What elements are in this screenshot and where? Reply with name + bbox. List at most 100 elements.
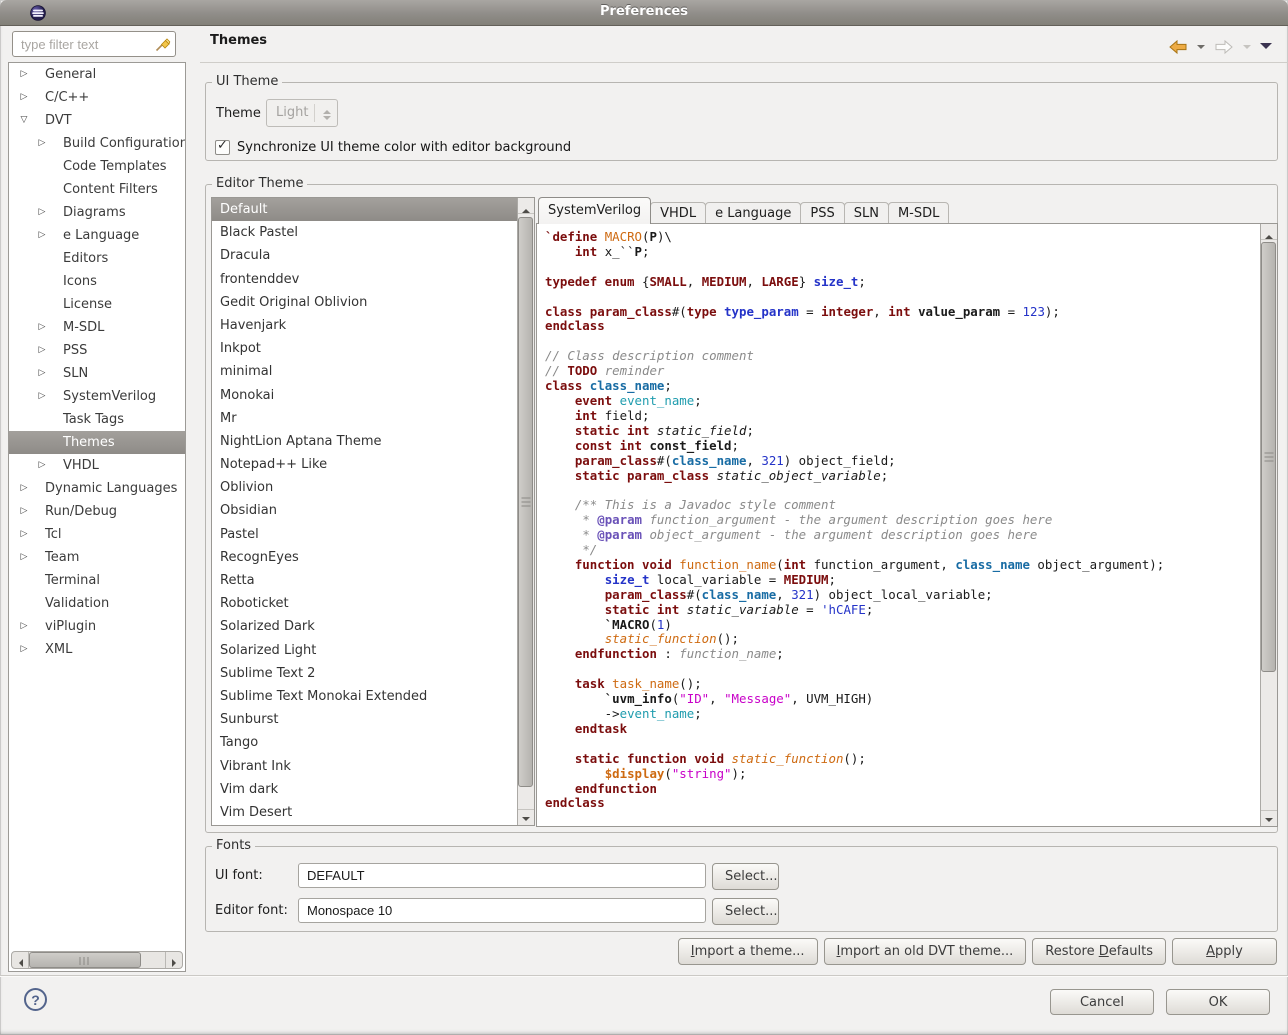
tree-item-sln[interactable]: ▷SLN <box>9 362 185 385</box>
tree-item-dynamic-languages[interactable]: ▷Dynamic Languages <box>9 477 185 500</box>
scroll-right-button[interactable] <box>165 952 182 968</box>
theme-list-item-gedit-original-oblivion[interactable]: Gedit Original Oblivion <box>212 291 517 314</box>
import-an-old-dvt-theme-button[interactable]: Import an old DVT theme... <box>824 938 1027 965</box>
theme-list-item-notepad-like[interactable]: Notepad++ Like <box>212 453 517 476</box>
tree-item-vhdl[interactable]: ▷VHDL <box>9 454 185 477</box>
scroll-left-button[interactable] <box>12 952 29 968</box>
theme-list-item-frontenddev[interactable]: frontenddev <box>212 268 517 291</box>
restore-defaults-button[interactable]: Restore Defaults <box>1032 938 1166 965</box>
tree-item-icons[interactable]: Icons <box>9 270 185 293</box>
theme-select[interactable]: Light <box>266 99 338 127</box>
ui-font-input[interactable] <box>298 863 706 888</box>
tree-item-viplugin[interactable]: ▷viPlugin <box>9 615 185 638</box>
theme-list-item-roboticket[interactable]: Roboticket <box>212 592 517 615</box>
expander-right-icon[interactable]: ▷ <box>35 339 49 362</box>
theme-list-item-vim-desert[interactable]: Vim Desert <box>212 801 517 824</box>
tree-item-m-sdl[interactable]: ▷M-SDL <box>9 316 185 339</box>
theme-list-item-solarized-light[interactable]: Solarized Light <box>212 639 517 662</box>
theme-list-item-sublime-text-2[interactable]: Sublime Text 2 <box>212 662 517 685</box>
tree-item-validation[interactable]: Validation <box>9 592 185 615</box>
clear-filter-broom-icon[interactable] <box>155 36 171 52</box>
tree-item-xml[interactable]: ▷XML <box>9 638 185 661</box>
tree-item-run-debug[interactable]: ▷Run/Debug <box>9 500 185 523</box>
theme-list-item-minimal[interactable]: minimal <box>212 360 517 383</box>
expander-right-icon[interactable]: ▷ <box>35 316 49 339</box>
ok-button[interactable]: OK <box>1166 989 1270 1015</box>
expander-right-icon[interactable]: ▷ <box>35 454 49 477</box>
tree-item-content-filters[interactable]: Content Filters <box>9 178 185 201</box>
theme-list-item-recogneyes[interactable]: RecognEyes <box>212 546 517 569</box>
filter-input[interactable] <box>12 31 176 57</box>
titlebar[interactable]: Preferences <box>0 0 1288 26</box>
theme-list-item-obsidian[interactable]: Obsidian <box>212 499 517 522</box>
scroll-up-button[interactable] <box>1261 224 1277 240</box>
back-arrow-icon[interactable] <box>1168 39 1188 55</box>
tab-sln[interactable]: SLN <box>844 202 889 224</box>
cancel-button[interactable]: Cancel <box>1050 989 1154 1015</box>
tree-item-systemverilog[interactable]: ▷SystemVerilog <box>9 385 185 408</box>
sync-theme-checkbox[interactable]: ✓ <box>215 140 230 155</box>
theme-list-item-mr[interactable]: Mr <box>212 407 517 430</box>
back-history-chevron-icon[interactable] <box>1197 45 1205 53</box>
scroll-thumb[interactable] <box>518 217 533 787</box>
apply-button[interactable]: Apply <box>1172 938 1277 965</box>
tree-item-general[interactable]: ▷General <box>9 63 185 86</box>
tab-pss[interactable]: PSS <box>800 202 844 224</box>
help-button[interactable]: ? <box>24 988 47 1011</box>
tab-vhdl[interactable]: VHDL <box>650 202 706 224</box>
tree-item-license[interactable]: License <box>9 293 185 316</box>
editor-scrollbar[interactable] <box>1260 224 1277 826</box>
theme-list-item-vim-dark[interactable]: Vim dark <box>212 778 517 801</box>
expander-right-icon[interactable]: ▷ <box>35 224 49 247</box>
scroll-up-button[interactable] <box>518 198 534 214</box>
tab-systemverilog[interactable]: SystemVerilog <box>538 197 651 224</box>
tree-item-tcl[interactable]: ▷Tcl <box>9 523 185 546</box>
theme-list-item-sunburst[interactable]: Sunburst <box>212 708 517 731</box>
expander-right-icon[interactable]: ▷ <box>35 385 49 408</box>
theme-list-item-pastel[interactable]: Pastel <box>212 523 517 546</box>
import-a-theme-button[interactable]: Import a theme... <box>678 938 818 965</box>
code-preview-editor[interactable]: `define MACRO(P)\ int x_``P; typedef enu… <box>536 223 1278 827</box>
theme-list-item-nightlion-aptana-theme[interactable]: NightLion Aptana Theme <box>212 430 517 453</box>
theme-list-item-sublime-text-monokai-extended[interactable]: Sublime Text Monokai Extended <box>212 685 517 708</box>
tree-item-pss[interactable]: ▷PSS <box>9 339 185 362</box>
expander-right-icon[interactable]: ▷ <box>17 546 31 569</box>
forward-arrow-icon[interactable] <box>1214 39 1234 55</box>
expander-down-icon[interactable]: ▽ <box>17 109 31 132</box>
tab-e-language[interactable]: e Language <box>705 202 801 224</box>
editor-font-select-button[interactable]: Select... <box>712 898 779 925</box>
view-menu-icon[interactable] <box>1260 43 1272 55</box>
scroll-down-button[interactable] <box>518 809 534 825</box>
tab-m-sdl[interactable]: M-SDL <box>888 202 949 224</box>
theme-list-item-tango[interactable]: Tango <box>212 731 517 754</box>
tree-item-diagrams[interactable]: ▷Diagrams <box>9 201 185 224</box>
tree-item-build-configurations[interactable]: ▷Build Configurations <box>9 132 185 155</box>
editor-font-input[interactable] <box>298 898 706 923</box>
tree-item-editors[interactable]: Editors <box>9 247 185 270</box>
expander-right-icon[interactable]: ▷ <box>35 362 49 385</box>
theme-list-item-monokai[interactable]: Monokai <box>212 384 517 407</box>
scroll-thumb[interactable] <box>1261 242 1276 672</box>
tree-item-dvt[interactable]: ▽DVT <box>9 109 185 132</box>
theme-list-item-default[interactable]: Default <box>212 198 517 221</box>
expander-right-icon[interactable]: ▷ <box>17 500 31 523</box>
tree-item-e-language[interactable]: ▷e Language <box>9 224 185 247</box>
tree-horizontal-scrollbar[interactable] <box>11 951 183 969</box>
tree-item-themes[interactable]: Themes <box>9 431 185 454</box>
expander-right-icon[interactable]: ▷ <box>17 638 31 661</box>
tree-item-team[interactable]: ▷Team <box>9 546 185 569</box>
tree-item-task-tags[interactable]: Task Tags <box>9 408 185 431</box>
tree-item-terminal[interactable]: Terminal <box>9 569 185 592</box>
theme-list-item-dracula[interactable]: Dracula <box>212 244 517 267</box>
theme-list-scrollbar[interactable] <box>517 198 534 825</box>
scroll-thumb[interactable] <box>29 952 141 968</box>
expander-right-icon[interactable]: ▷ <box>35 132 49 155</box>
tree-item-c-c[interactable]: ▷C/C++ <box>9 86 185 109</box>
expander-right-icon[interactable]: ▷ <box>17 477 31 500</box>
expander-right-icon[interactable]: ▷ <box>17 615 31 638</box>
forward-history-chevron-icon[interactable] <box>1243 45 1251 53</box>
ui-font-select-button[interactable]: Select... <box>712 863 779 890</box>
theme-list-item-inkpot[interactable]: Inkpot <box>212 337 517 360</box>
theme-list-item-oblivion[interactable]: Oblivion <box>212 476 517 499</box>
expander-right-icon[interactable]: ▷ <box>17 523 31 546</box>
